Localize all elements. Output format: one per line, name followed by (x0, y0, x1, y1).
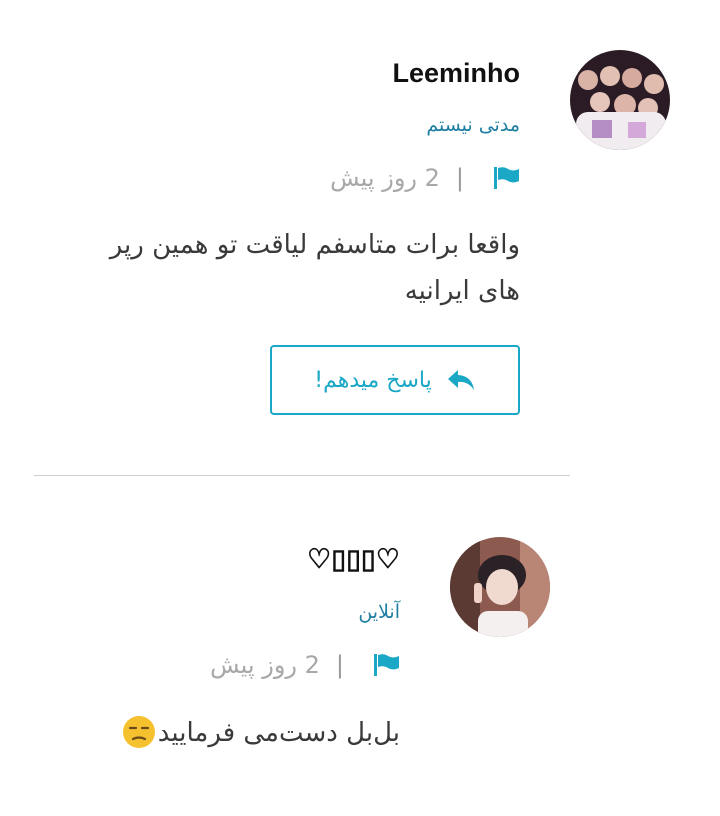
flag-icon[interactable] (374, 654, 400, 676)
comment-meta: | 2 روز پیش (210, 651, 400, 679)
group-photo-image (570, 50, 670, 150)
avatar[interactable] (450, 537, 550, 637)
profile-photo-image (450, 537, 550, 637)
divider (34, 475, 570, 476)
username[interactable]: Leeminho (392, 58, 520, 89)
comment-time: 2 روز پیش (330, 164, 440, 192)
meta-separator: | (455, 164, 464, 192)
avatar[interactable] (570, 50, 670, 150)
reply-arrow-icon (447, 370, 474, 390)
user-status: مدتی نیستم (426, 114, 520, 136)
comment-text: واقعا برات متاسفم لیاقت تو همین رپر های … (109, 230, 520, 306)
comment-time: 2 روز پیش (210, 651, 320, 679)
comment-text-content: بل‌بل دست‌می فرمایید (157, 718, 400, 748)
reply-button[interactable]: پاسخ میدهم! (270, 345, 520, 415)
username[interactable]: ♡▯▯▯♡ (307, 544, 400, 575)
comment-text: بل‌بل دست‌می فرمایید (100, 710, 400, 756)
user-status: آنلاین (358, 601, 400, 623)
comment-meta: | 2 روز پیش (330, 164, 520, 192)
flag-icon[interactable] (494, 167, 520, 189)
unamused-face-icon (122, 716, 155, 748)
reply-button-label: پاسخ میدهم! (314, 367, 432, 393)
meta-separator: | (335, 651, 344, 679)
